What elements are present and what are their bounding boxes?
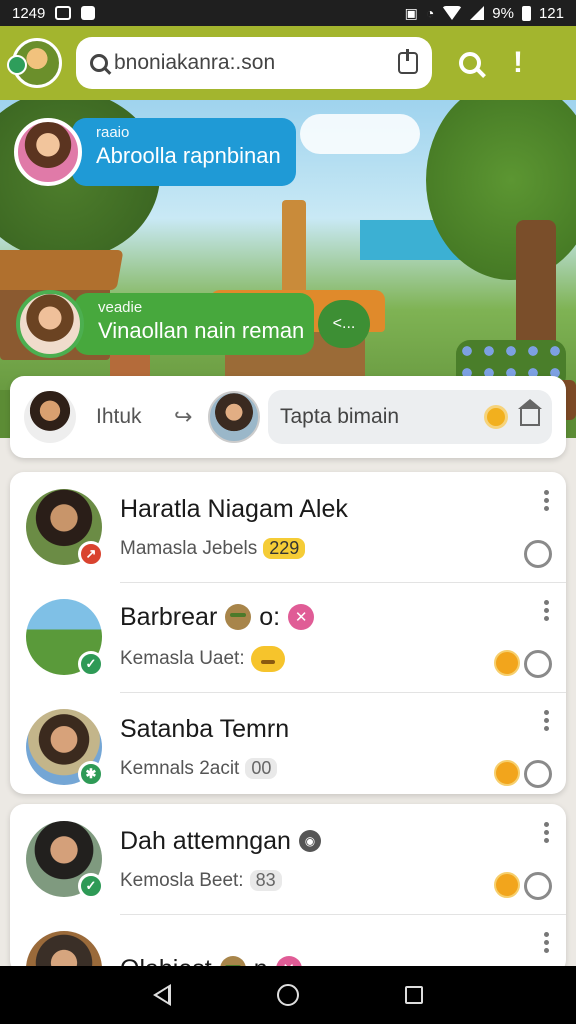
wifi-icon: [442, 6, 463, 20]
totem-pole: [282, 200, 306, 295]
search-icon: [90, 54, 108, 72]
avatar: [14, 118, 82, 186]
app-logo-avatar[interactable]: [7, 38, 62, 88]
app-bar: bnoniakanra:.son !: [0, 26, 576, 100]
status-badge: ✓: [78, 651, 104, 677]
vibrate-icon: ▣: [404, 4, 418, 21]
more-options-icon[interactable]: [540, 486, 552, 515]
bubble-title: Vinaollan nain reman: [98, 318, 305, 343]
search-button[interactable]: [446, 39, 494, 87]
muted-icon: ◉: [298, 830, 321, 852]
home-button-icon[interactable]: [277, 984, 299, 1006]
hut-roof: [0, 250, 124, 290]
reply-pill[interactable]: <...: [318, 300, 370, 348]
bubble-title: Abroolla rapnbinan: [96, 143, 281, 168]
chat-list: ↗ Haratla Niagam Alek Mamasla Jebels 229…: [10, 472, 566, 794]
home-icon[interactable]: [518, 399, 542, 426]
url-text[interactable]: bnoniakanra:.son: [114, 51, 398, 75]
reaction-icon: [494, 872, 520, 898]
battery-percent: 9%: [492, 4, 514, 22]
chat-row[interactable]: ✱ Satanba Temrn Kemnals 2acit 00: [10, 692, 566, 794]
read-status-icon: [524, 650, 552, 678]
read-status-icon: [524, 760, 552, 788]
alert-icon: !: [513, 46, 523, 79]
alarm-icon: ◔: [425, 5, 435, 21]
status-bar: 1249 ▣ ◔ 9% 121: [0, 0, 576, 26]
battery-icon: [521, 5, 531, 21]
chat-row[interactable]: ↗ Haratla Niagam Alek Mamasla Jebels 229: [10, 472, 566, 582]
more-options-icon[interactable]: [540, 706, 552, 735]
tree-trunk: [516, 220, 556, 360]
system-nav-bar: [0, 966, 576, 1024]
chat-name-text: Dah attemngan: [120, 826, 291, 855]
more-options-icon[interactable]: [540, 596, 552, 625]
avatar: ↗: [26, 489, 104, 567]
preview-text: Kemasla Uaet:: [120, 647, 245, 669]
chat-name-text: Barbrear: [120, 602, 218, 631]
bubble-subtitle: raaio: [96, 124, 130, 141]
pink-x-icon: ✕: [288, 604, 315, 630]
reaction-icon: [494, 760, 520, 786]
status-badge: ✓: [78, 873, 104, 899]
status-badge: ↗: [78, 541, 104, 567]
emoji-icon[interactable]: [484, 405, 508, 429]
recipient-avatar[interactable]: [208, 391, 260, 443]
preview-text: Kemosla Beet:: [120, 869, 244, 891]
preview-text: Mamasla Jebels: [120, 537, 258, 559]
avatar: [16, 290, 84, 358]
back-icon[interactable]: [153, 984, 171, 1006]
compose-input[interactable]: Tapta bimain: [268, 390, 552, 444]
compose-bar: Ihtuk ↪ Tapta bimain: [10, 376, 566, 458]
more-options-icon[interactable]: [540, 818, 552, 847]
read-status-icon: [524, 872, 552, 900]
status-badge: ✱: [78, 761, 104, 787]
count-badge: 00: [245, 758, 278, 779]
chat-name: Haratla Niagam Alek: [120, 494, 348, 523]
search-icon: [459, 52, 481, 74]
user-avatar[interactable]: [24, 391, 76, 443]
avatar: ✓: [26, 599, 104, 677]
url-search-bar[interactable]: bnoniakanra:.son: [76, 37, 432, 89]
chat-row[interactable]: ✓ Dah attemngan ◉ Kemosla Beet: 83: [10, 804, 566, 914]
notification-icon: [55, 6, 72, 20]
compose-text[interactable]: Tapta bimain: [280, 405, 484, 429]
avatar: ✓: [26, 821, 104, 899]
recents-icon[interactable]: [405, 986, 423, 1004]
chat-row[interactable]: Olabiest n ✕: [10, 914, 566, 974]
status-right-time: 121: [538, 4, 564, 22]
message-bubble[interactable]: raaio Abroolla rapnbinan: [72, 118, 296, 186]
app-notification-icon: [81, 6, 96, 20]
bubble-subtitle: veadie: [98, 299, 143, 316]
forward-icon[interactable]: ↪: [174, 404, 208, 430]
story-bubble-1[interactable]: raaio Abroolla rapnbinan: [14, 118, 296, 186]
avatar: ✱: [26, 709, 104, 787]
chat-row[interactable]: ✓ Barbrear o: ✕ Kemasla Uaet:: [10, 582, 566, 692]
more-options-icon[interactable]: [540, 928, 552, 957]
alert-button[interactable]: !: [494, 39, 542, 87]
cloud: [300, 114, 420, 154]
share-icon[interactable]: [398, 49, 418, 74]
status-time: 1249: [12, 4, 46, 22]
reaction-icon: [494, 650, 520, 676]
chat-name-suffix: o:: [259, 602, 281, 631]
chat-list: ✓ Dah attemngan ◉ Kemosla Beet: 83 Olabi…: [10, 804, 566, 974]
preview-text: Kemnals 2acit: [120, 757, 240, 779]
count-badge: 229: [263, 538, 306, 559]
character-emoji-icon: [225, 604, 252, 630]
signal-icon: [470, 6, 485, 20]
author-name: Ihtuk: [96, 405, 142, 428]
chat-preview: Mamasla Jebels 229: [120, 538, 566, 560]
story-bubble-2[interactable]: veadie Vinaollan nain reman <...: [16, 290, 370, 358]
count-badge: 83: [249, 870, 282, 891]
message-bubble[interactable]: veadie Vinaollan nain reman: [74, 293, 314, 355]
emoji-icon: [250, 645, 285, 672]
read-status-icon: [524, 540, 552, 568]
